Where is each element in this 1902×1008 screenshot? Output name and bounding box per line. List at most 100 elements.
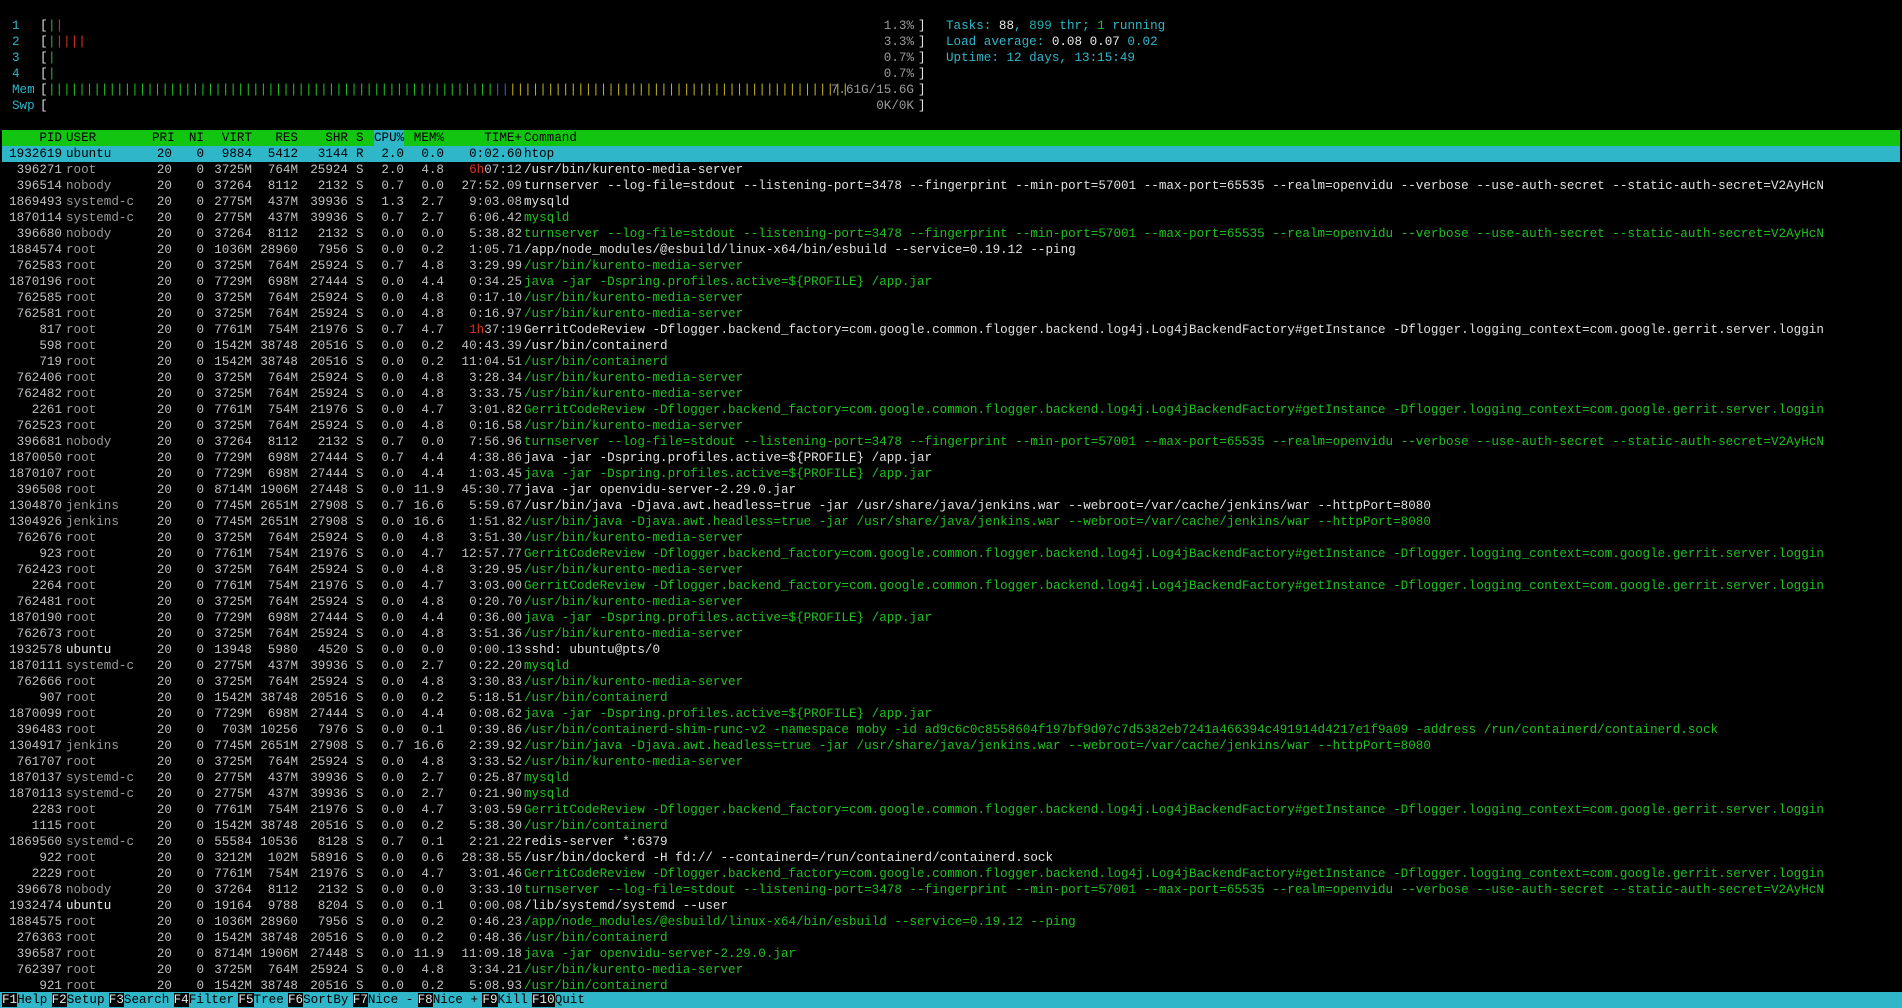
process-table-header[interactable]: PID USER PRI NI VIRT RES SHR S CPU% MEM% TIME+ Comm… — [2, 130, 1900, 146]
process-row[interactable]: 762406 root 20 0 3725M 764M 25924 S 0.0 4.8 3:28.3… — [2, 370, 1900, 386]
fkey-f2[interactable]: F2Setup — [51, 992, 105, 1008]
col-user: root — [66, 867, 97, 881]
fkey-f7[interactable]: F7Nice - — [352, 992, 413, 1008]
process-row[interactable]: 921 root 20 0 1542M 38748 20516 S 0.0 0.2 5:08.93/… — [2, 978, 1900, 992]
col-cpu: 0.7 — [381, 835, 404, 849]
col-res: 764M — [267, 419, 298, 433]
col-shr: 27448 — [310, 947, 348, 961]
col-command: mysqld — [524, 787, 570, 801]
process-row[interactable]: 2229 root 20 0 7761M 754M 21976 S 0.0 4.7 3:01.46 G… — [2, 866, 1900, 882]
process-row[interactable]: 1870099 root 20 0 7729M 698M 27444 S 0.0 4.4 0:08.… — [2, 706, 1900, 722]
col-time-header[interactable]: TIME+ — [452, 130, 522, 146]
col-command-header[interactable]: Command — [524, 130, 577, 146]
process-row[interactable]: 396681 nobody 20 0 37264 8112 2132 S 0.7 0.0 7:56.… — [2, 434, 1900, 450]
process-row[interactable]: 396514 nobody 20 0 37264 8112 2132 S 0.7 0.0 27:52… — [2, 178, 1900, 194]
col-pri: 20 — [156, 755, 172, 769]
col-res-header[interactable]: RES — [258, 130, 298, 146]
col-user-header[interactable]: USER — [66, 130, 96, 146]
col-state-header[interactable]: S — [356, 130, 366, 146]
process-row[interactable]: 1932474 ubuntu 20 0 19164 9788 8204 S 0.0 0.1 0:00… — [2, 898, 1900, 914]
process-row[interactable]: 1884575 root 20 0 1036M 28960 7956 S 0.0 0.2 0:46.… — [2, 914, 1900, 930]
process-row[interactable]: 762673 root 20 0 3725M 764M 25924 S 0.0 4.8 3:51.3… — [2, 626, 1900, 642]
process-row[interactable]: 2283 root 20 0 7761M 754M 21976 S 0.0 4.7 3:03.59 G… — [2, 802, 1900, 818]
col-mem-header[interactable]: MEM% — [410, 130, 444, 146]
cpu-meter-3-value: 0.7% — [883, 51, 914, 65]
process-row[interactable]: 762423 root 20 0 3725M 764M 25924 S 0.0 4.8 3:29.9… — [2, 562, 1900, 578]
col-ni: 0 — [196, 339, 204, 353]
process-list[interactable]: 1932619 ubuntu 20 0 9884 5412 3144 R 2.0 0.0 0:02.… — [2, 146, 1900, 992]
process-row[interactable]: 1870050 root 20 0 7729M 698M 27444 S 0.7 4.4 4:38.… — [2, 450, 1900, 466]
col-pid-header[interactable]: PID — [2, 130, 62, 146]
process-row[interactable]: 762523 root 20 0 3725M 764M 25924 S 0.0 4.8 0:16.5… — [2, 418, 1900, 434]
col-state: S — [356, 291, 364, 305]
process-row[interactable]: 1870111 systemd-c 20 0 2775M 437M 39936 S 0.0 2.7… — [2, 658, 1900, 674]
col-state: S — [356, 547, 364, 561]
process-row[interactable]: 907 root 20 0 1542M 38748 20516 S 0.0 0.2 5:18.51/… — [2, 690, 1900, 706]
col-pri-header[interactable]: PRI — [152, 130, 175, 146]
uptime-value: 12 days, 13:15:49 — [1006, 51, 1135, 65]
process-row[interactable]: 396678 nobody 20 0 37264 8112 2132 S 0.0 0.0 3:33.… — [2, 882, 1900, 898]
process-row[interactable]: 1304870 jenkins 20 0 7745M 2651M 27908 S 0.7 16.6… — [2, 498, 1900, 514]
process-row[interactable]: 1932619 ubuntu 20 0 9884 5412 3144 R 2.0 0.0 0:02.… — [2, 146, 1900, 162]
fkey-f9[interactable]: F9Kill — [482, 992, 528, 1008]
col-mem: 11.9 — [413, 483, 444, 497]
col-cpu: 0.0 — [381, 931, 404, 945]
process-row[interactable]: 1870190 root 20 0 7729M 698M 27444 S 0.0 4.4 0:36.… — [2, 610, 1900, 626]
col-state: S — [356, 835, 364, 849]
fkey-f3[interactable]: F3Search — [108, 992, 169, 1008]
process-row[interactable]: 761707 root 20 0 3725M 764M 25924 S 0.0 4.8 3:33.5… — [2, 754, 1900, 770]
process-row[interactable]: 1115 root 20 0 1542M 38748 20516 S 0.0 0.2 5:38.30… — [2, 818, 1900, 834]
process-row[interactable]: 762585 root 20 0 3725M 764M 25924 S 0.0 4.8 0:17.1… — [2, 290, 1900, 306]
col-cpu: 0.0 — [381, 243, 404, 257]
process-row[interactable]: 1870113 systemd-c 20 0 2775M 437M 39936 S 0.0 2.7… — [2, 786, 1900, 802]
process-row[interactable]: 1870107 root 20 0 7729M 698M 27444 S 0.0 4.4 1:03.… — [2, 466, 1900, 482]
fkey-f4[interactable]: F4Filter — [173, 992, 234, 1008]
process-row[interactable]: 1304917 jenkins 20 0 7745M 2651M 27908 S 0.7 16.6… — [2, 738, 1900, 754]
col-virt: 7729M — [214, 451, 252, 465]
process-row[interactable]: 396483 root 20 0 703M 10256 7976 S 0.0 0.1 0:39.86… — [2, 722, 1900, 738]
col-user: root — [66, 755, 97, 769]
process-row[interactable]: 1870137 systemd-c 20 0 2775M 437M 39936 S 0.0 2.7… — [2, 770, 1900, 786]
cpu-meter-3-bracket-open: [ — [40, 51, 48, 65]
process-row[interactable]: 2261 root 20 0 7761M 754M 21976 S 0.0 4.7 3:01.82 G… — [2, 402, 1900, 418]
fkey-f8[interactable]: F8Nice + — [417, 992, 478, 1008]
process-row[interactable]: 1932578 ubuntu 20 0 13948 5980 4520 S 0.0 0.0 0:00… — [2, 642, 1900, 658]
process-row[interactable]: 598 root 20 0 1542M 38748 20516 S 0.0 0.2 40:43.39… — [2, 338, 1900, 354]
col-pid: 2261 — [31, 403, 62, 417]
process-row[interactable]: 1884574 root 20 0 1036M 28960 7956 S 0.0 0.2 1:05.… — [2, 242, 1900, 258]
fkey-f5[interactable]: F5Tree — [238, 992, 284, 1008]
process-row[interactable]: 762583 root 20 0 3725M 764M 25924 S 0.7 4.8 3:29.9… — [2, 258, 1900, 274]
process-row[interactable]: 922 root 20 0 3212M 102M 58916 S 0.0 0.6 28:38.55/… — [2, 850, 1900, 866]
process-row[interactable]: 762481 root 20 0 3725M 764M 25924 S 0.0 4.8 0:20.7… — [2, 594, 1900, 610]
col-shr: 25924 — [310, 419, 348, 433]
process-row[interactable]: 396271 root 20 0 3725M 764M 25924 S 2.0 4.8 6h07:1… — [2, 162, 1900, 178]
process-row[interactable]: 276363 root 20 0 1542M 38748 20516 S 0.0 0.2 0:48.… — [2, 930, 1900, 946]
process-row[interactable]: 923 root 20 0 7761M 754M 21976 S 0.0 4.7 12:57.77 G… — [2, 546, 1900, 562]
process-row[interactable]: 762397 root 20 0 3725M 764M 25924 S 0.0 4.8 3:34.2… — [2, 962, 1900, 978]
process-row[interactable]: 762482 root 20 0 3725M 764M 25924 S 0.0 4.8 3:33.7… — [2, 386, 1900, 402]
process-row[interactable]: 396680 nobody 20 0 37264 8112 2132 S 0.0 0.0 5:38.… — [2, 226, 1900, 242]
process-row[interactable]: 396587 root 20 0 8714M 1906M 27448 S 0.0 11.9 11:0… — [2, 946, 1900, 962]
fkey-f10[interactable]: F10Quit — [532, 992, 585, 1008]
process-row[interactable]: 1869493 systemd-c 20 0 2775M 437M 39936 S 1.3 2.7… — [2, 194, 1900, 210]
process-row[interactable]: 1870196 root 20 0 7729M 698M 27444 S 0.0 4.4 0:34.… — [2, 274, 1900, 290]
col-state: S — [356, 595, 364, 609]
process-row[interactable]: 2264 root 20 0 7761M 754M 21976 S 0.0 4.7 3:03.00 G… — [2, 578, 1900, 594]
col-shr-header[interactable]: SHR — [304, 130, 348, 146]
process-row[interactable]: 762581 root 20 0 3725M 764M 25924 S 0.0 4.8 0:16.9… — [2, 306, 1900, 322]
process-row[interactable]: 396508 root 20 0 8714M 1906M 27448 S 0.0 11.9 45:3… — [2, 482, 1900, 498]
col-cpu-header[interactable]: CPU% — [374, 130, 404, 146]
fkey-f1[interactable]: F1Help — [2, 992, 47, 1008]
process-row[interactable]: 719 root 20 0 1542M 38748 20516 S 0.0 0.2 11:04.51… — [2, 354, 1900, 370]
process-row[interactable]: 817 root 20 0 7761M 754M 21976 S 0.7 4.7 1h37:19 Ge… — [2, 322, 1900, 338]
col-virt-header[interactable]: VIRT — [212, 130, 252, 146]
col-ni-header[interactable]: NI — [182, 130, 204, 146]
col-virt: 3725M — [214, 595, 252, 609]
process-row[interactable]: 1870114 systemd-c 20 0 2775M 437M 39936 S 0.7 2.7… — [2, 210, 1900, 226]
process-row[interactable]: 1869560 systemd-c 20 0 55584 10536 8128 S 0.7 0.1… — [2, 834, 1900, 850]
process-row[interactable]: 1304926 jenkins 20 0 7745M 2651M 27908 S 0.0 16.6… — [2, 514, 1900, 530]
process-row[interactable]: 762666 root 20 0 3725M 764M 25924 S 0.0 4.8 3:30.8… — [2, 674, 1900, 690]
cpu-meter-1-bracket-open: [ — [40, 19, 48, 33]
fkey-f6[interactable]: F6SortBy — [288, 992, 348, 1008]
process-row[interactable]: 762676 root 20 0 3725M 764M 25924 S 0.0 4.8 3:51.3… — [2, 530, 1900, 546]
